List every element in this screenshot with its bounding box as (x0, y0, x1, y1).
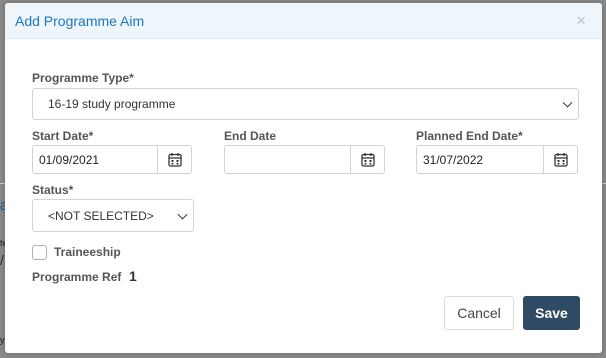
modal-title: Add Programme Aim (15, 13, 145, 29)
end-date-value[interactable] (225, 146, 351, 173)
planned-end-date-label: Planned End Date* (416, 129, 523, 143)
add-programme-aim-modal: Add Programme Aim × Programme Type* 16-1… (5, 3, 602, 353)
start-date-label: Start Date* (32, 129, 94, 143)
planned-end-date-value[interactable]: 31/07/2022 (417, 146, 544, 173)
start-date-value[interactable]: 01/09/2021 (33, 146, 158, 173)
chevron-down-icon (562, 97, 573, 108)
close-icon[interactable]: × (576, 12, 586, 29)
planned-end-date-field[interactable]: 31/07/2022 (416, 145, 578, 174)
modal-header: Add Programme Aim × (5, 3, 602, 39)
programme-type-label: Programme Type* (32, 71, 134, 85)
end-date-label: End Date (224, 129, 277, 143)
background-divider-right (602, 183, 606, 184)
status-label: Status* (32, 183, 74, 197)
traineeship-label[interactable]: Traineeship (54, 245, 121, 259)
chevron-down-icon (177, 209, 188, 220)
programme-ref-label: Programme Ref (32, 270, 122, 284)
traineeship-checkbox[interactable] (32, 245, 47, 260)
save-button[interactable]: Save (523, 296, 580, 330)
status-select[interactable]: <NOT SELECTED> (32, 199, 194, 232)
background-text-fragment: / (0, 252, 4, 268)
start-date-field[interactable]: 01/09/2021 (32, 145, 192, 174)
calendar-icon[interactable] (158, 146, 191, 173)
programme-type-value: 16-19 study programme (48, 97, 176, 111)
programme-ref-value: 1 (129, 268, 137, 284)
programme-type-select[interactable]: 16-19 study programme (32, 88, 579, 120)
end-date-field[interactable] (224, 145, 385, 174)
background-text-fragment: y (0, 335, 5, 345)
calendar-icon[interactable] (351, 146, 384, 173)
calendar-icon[interactable] (544, 146, 577, 173)
status-value: <NOT SELECTED> (48, 208, 154, 223)
cancel-button[interactable]: Cancel (444, 296, 514, 330)
